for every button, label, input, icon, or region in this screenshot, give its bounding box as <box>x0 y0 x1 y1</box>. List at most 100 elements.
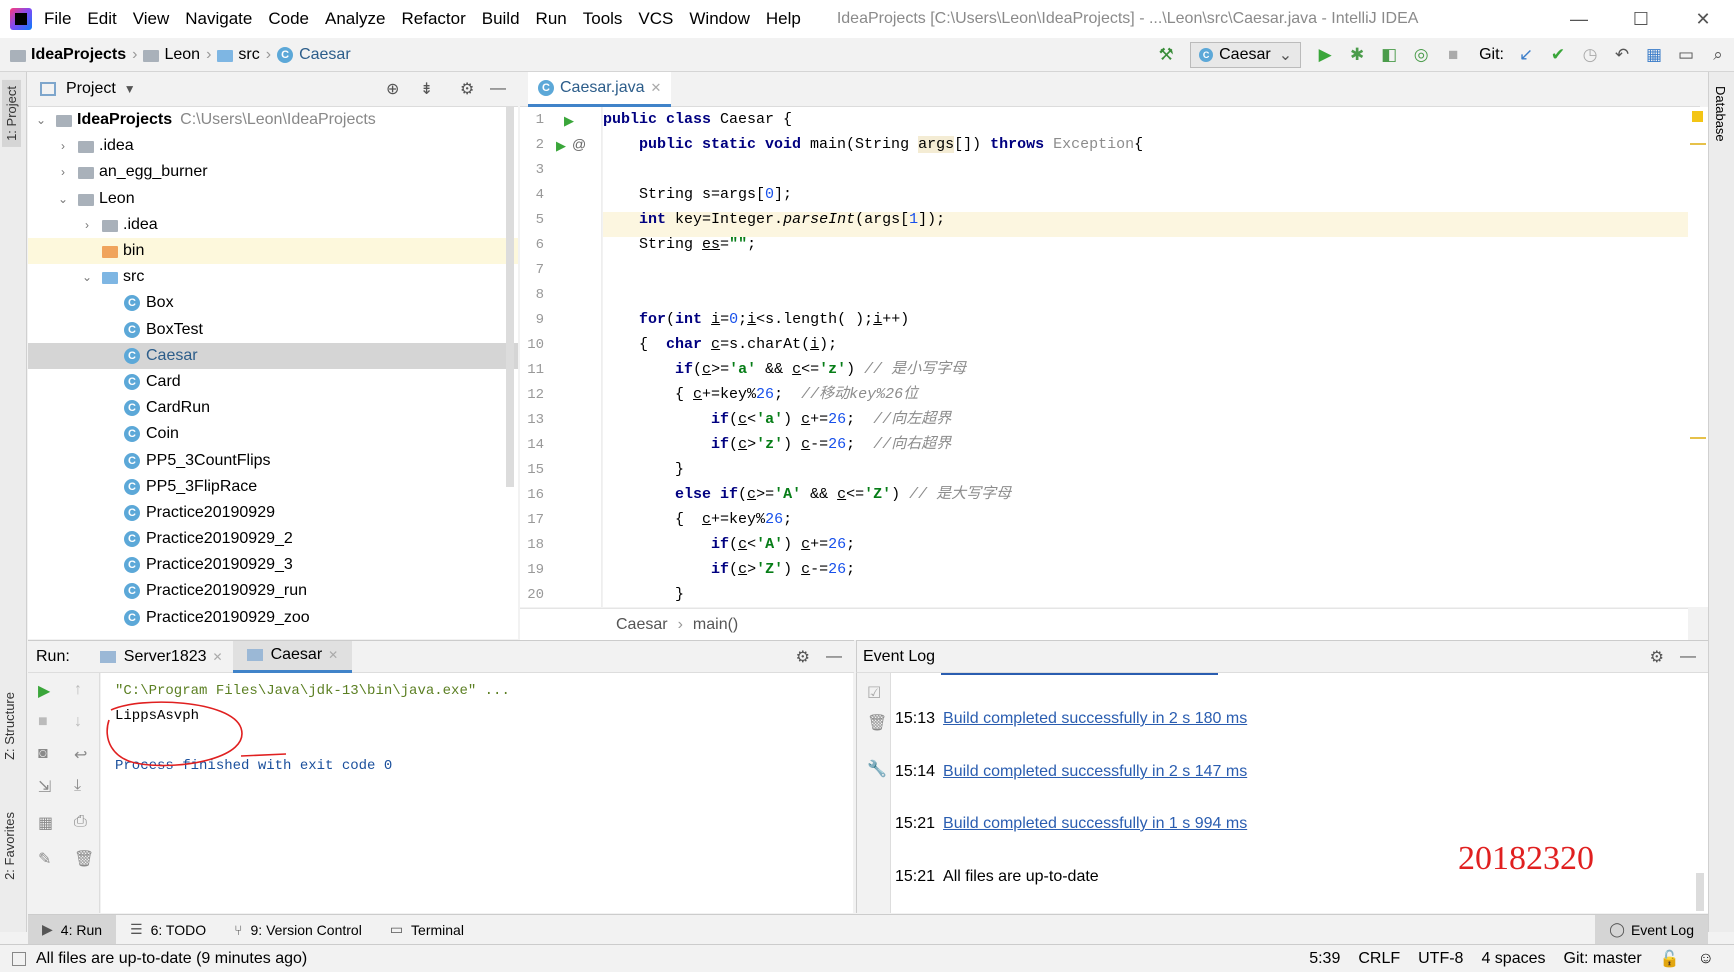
git-branch[interactable]: Git: master <box>1564 950 1642 968</box>
tree-item[interactable]: C PP5_3FlipRace <box>28 474 518 500</box>
menu-tools[interactable]: Tools <box>583 9 623 28</box>
tool-tab-run[interactable]: ▶ 4: Run <box>28 914 117 945</box>
event-log-scrollbar[interactable] <box>1696 873 1704 911</box>
tree-scrollbar[interactable] <box>506 107 514 487</box>
print-icon[interactable]: ⎙ <box>74 813 87 831</box>
tool-tab-todo[interactable]: ☰ 6: TODO <box>116 915 220 945</box>
restore-layout-icon[interactable]: ⇲ <box>38 777 51 797</box>
lock-icon[interactable]: 🔓 <box>1660 949 1680 969</box>
database-tool-tab[interactable]: Database <box>1713 86 1728 142</box>
menu-edit[interactable]: Edit <box>87 9 116 28</box>
code-editor[interactable]: public class Caesar { public static void… <box>603 107 1688 607</box>
tree-item[interactable]: C Practice20190929_2 <box>28 526 518 552</box>
crumb-idea-projects[interactable]: IdeaProjects <box>31 46 126 64</box>
minimize-icon[interactable]: — <box>1548 0 1610 38</box>
hide-panel-icon[interactable]: — <box>490 80 506 98</box>
tree-item-selected[interactable]: C Caesar <box>28 342 518 369</box>
layout-icon[interactable]: ▦ <box>38 813 53 833</box>
tree-item[interactable]: › an_egg_burner <box>28 159 518 185</box>
event-link[interactable]: Build completed successfully in 1 s 994 … <box>943 815 1247 833</box>
tree-item[interactable]: C Practice20190929_zoo <box>28 605 518 631</box>
project-tool-tab[interactable]: 1: Project <box>2 80 21 147</box>
hector-icon[interactable]: ☺ <box>1698 950 1714 968</box>
git-commit-icon[interactable]: ✔ <box>1544 45 1572 65</box>
arrow-up-icon[interactable]: ↑ <box>74 681 82 699</box>
profile-icon[interactable]: ◎ <box>1407 45 1435 65</box>
favorites-tool-tab[interactable]: 2: Favorites <box>2 812 17 880</box>
soft-wrap-icon[interactable]: ↩ <box>74 745 87 765</box>
trash-icon[interactable]: 🗑 <box>74 849 94 869</box>
crumb-leon[interactable]: Leon <box>164 46 200 64</box>
close-icon[interactable]: ✕ <box>1672 0 1734 38</box>
project-panel-title[interactable]: Project <box>66 80 116 98</box>
close-icon[interactable]: ✕ <box>651 80 662 96</box>
line-separator[interactable]: CRLF <box>1358 950 1400 968</box>
toggle-tool-windows-icon[interactable] <box>12 951 26 966</box>
menu-refactor[interactable]: Refactor <box>401 9 465 28</box>
terminal-window-icon[interactable]: ▭ <box>1672 45 1700 65</box>
tree-item[interactable]: bin <box>28 237 518 265</box>
close-icon[interactable]: ✕ <box>328 648 338 662</box>
build-hammer-icon[interactable]: ⚒ <box>1152 45 1180 65</box>
run-console[interactable]: "C:\Program Files\Java\jdk-13\bin\java.e… <box>101 673 853 913</box>
event-link[interactable]: Build completed successfully in 2 s 180 … <box>943 710 1247 728</box>
tree-item[interactable]: › .idea <box>28 212 518 238</box>
tree-item[interactable]: C Practice20190929_run <box>28 578 518 604</box>
run-gutter-icon[interactable]: ▶ <box>556 138 566 154</box>
menu-vcs[interactable]: VCS <box>638 9 673 28</box>
menu-build[interactable]: Build <box>482 9 520 28</box>
caret-position[interactable]: 5:39 <box>1309 950 1340 968</box>
run-icon[interactable]: ▶ <box>1311 45 1339 65</box>
menu-window[interactable]: Window <box>689 9 749 28</box>
tree-item[interactable]: C PP5_3CountFlips <box>28 447 518 473</box>
tree-item[interactable]: C Practice20190929 <box>28 500 518 526</box>
tree-item[interactable]: C Card <box>28 369 518 395</box>
arrow-down-icon[interactable]: ↓ <box>74 713 82 731</box>
event-link[interactable]: Build completed successfully in 2 s 147 … <box>943 763 1247 781</box>
history-icon[interactable]: ◷ <box>1576 45 1604 65</box>
tool-tab-version-control[interactable]: ⑂ 9: Version Control <box>220 915 376 945</box>
menu-help[interactable]: Help <box>766 9 801 28</box>
maximize-icon[interactable]: ☐ <box>1610 0 1672 38</box>
gear-icon[interactable]: ⚙ <box>796 647 810 667</box>
menu-navigate[interactable]: Navigate <box>185 9 252 28</box>
run-tab-caesar[interactable]: Caesar ✕ <box>232 640 353 673</box>
mark-read-icon[interactable]: ☑ <box>867 683 881 703</box>
stop-icon[interactable]: ■ <box>38 713 48 731</box>
menu-code[interactable]: Code <box>268 9 309 28</box>
run-tab-server1823[interactable]: Server1823 ✕ <box>90 641 233 673</box>
indent-setting[interactable]: 4 spaces <box>1481 950 1545 968</box>
rollback-icon[interactable]: ↶ <box>1608 45 1636 65</box>
tree-item[interactable]: C BoxTest <box>28 317 518 343</box>
structure-tool-tab[interactable]: Z: Structure <box>2 692 17 760</box>
tree-item[interactable]: ⌄ Leon <box>28 186 518 212</box>
gear-icon[interactable]: ⚙ <box>460 79 474 99</box>
rerun-icon[interactable]: ▶ <box>38 681 50 701</box>
tree-item[interactable]: ⌄ src <box>28 264 518 290</box>
tool-tab-event-log[interactable]: ◯ Event Log <box>1595 914 1708 945</box>
close-icon[interactable]: ✕ <box>213 650 223 664</box>
tab-caesar-java[interactable]: C Caesar.java ✕ <box>528 72 672 107</box>
crumb-caesar[interactable]: Caesar <box>299 46 351 64</box>
collapse-all-icon[interactable]: ⇟ <box>420 79 433 99</box>
search-icon[interactable]: ⌕ <box>1704 45 1732 65</box>
tool-tab-terminal[interactable]: ▭ Terminal <box>376 915 478 945</box>
camera-icon[interactable]: ◙ <box>38 745 48 763</box>
hide-panel-icon[interactable]: — <box>826 648 842 666</box>
chevron-down-icon[interactable]: ▼ <box>124 82 136 96</box>
breadcrumb-class[interactable]: Caesar <box>616 616 668 634</box>
pin-icon[interactable]: ✎ <box>38 849 51 869</box>
stop-icon[interactable]: ■ <box>1439 45 1467 65</box>
gear-icon[interactable]: ⚙ <box>1650 647 1664 667</box>
tree-item[interactable]: C Coin <box>28 421 518 447</box>
editor-scrollbar[interactable] <box>1688 107 1708 607</box>
hide-panel-icon[interactable]: — <box>1680 648 1696 666</box>
run-gutter-icon[interactable]: ▶ <box>564 113 574 129</box>
run-configuration-select[interactable]: C Caesar ⌄ <box>1190 42 1302 68</box>
warning-marker-icon[interactable] <box>1692 111 1703 122</box>
locate-icon[interactable]: ⊕ <box>386 79 399 99</box>
menu-view[interactable]: View <box>133 9 170 28</box>
file-encoding[interactable]: UTF-8 <box>1418 950 1463 968</box>
scroll-to-end-icon[interactable]: ⤓ <box>74 777 81 795</box>
tree-item[interactable]: C Practice20190929_3 <box>28 552 518 578</box>
